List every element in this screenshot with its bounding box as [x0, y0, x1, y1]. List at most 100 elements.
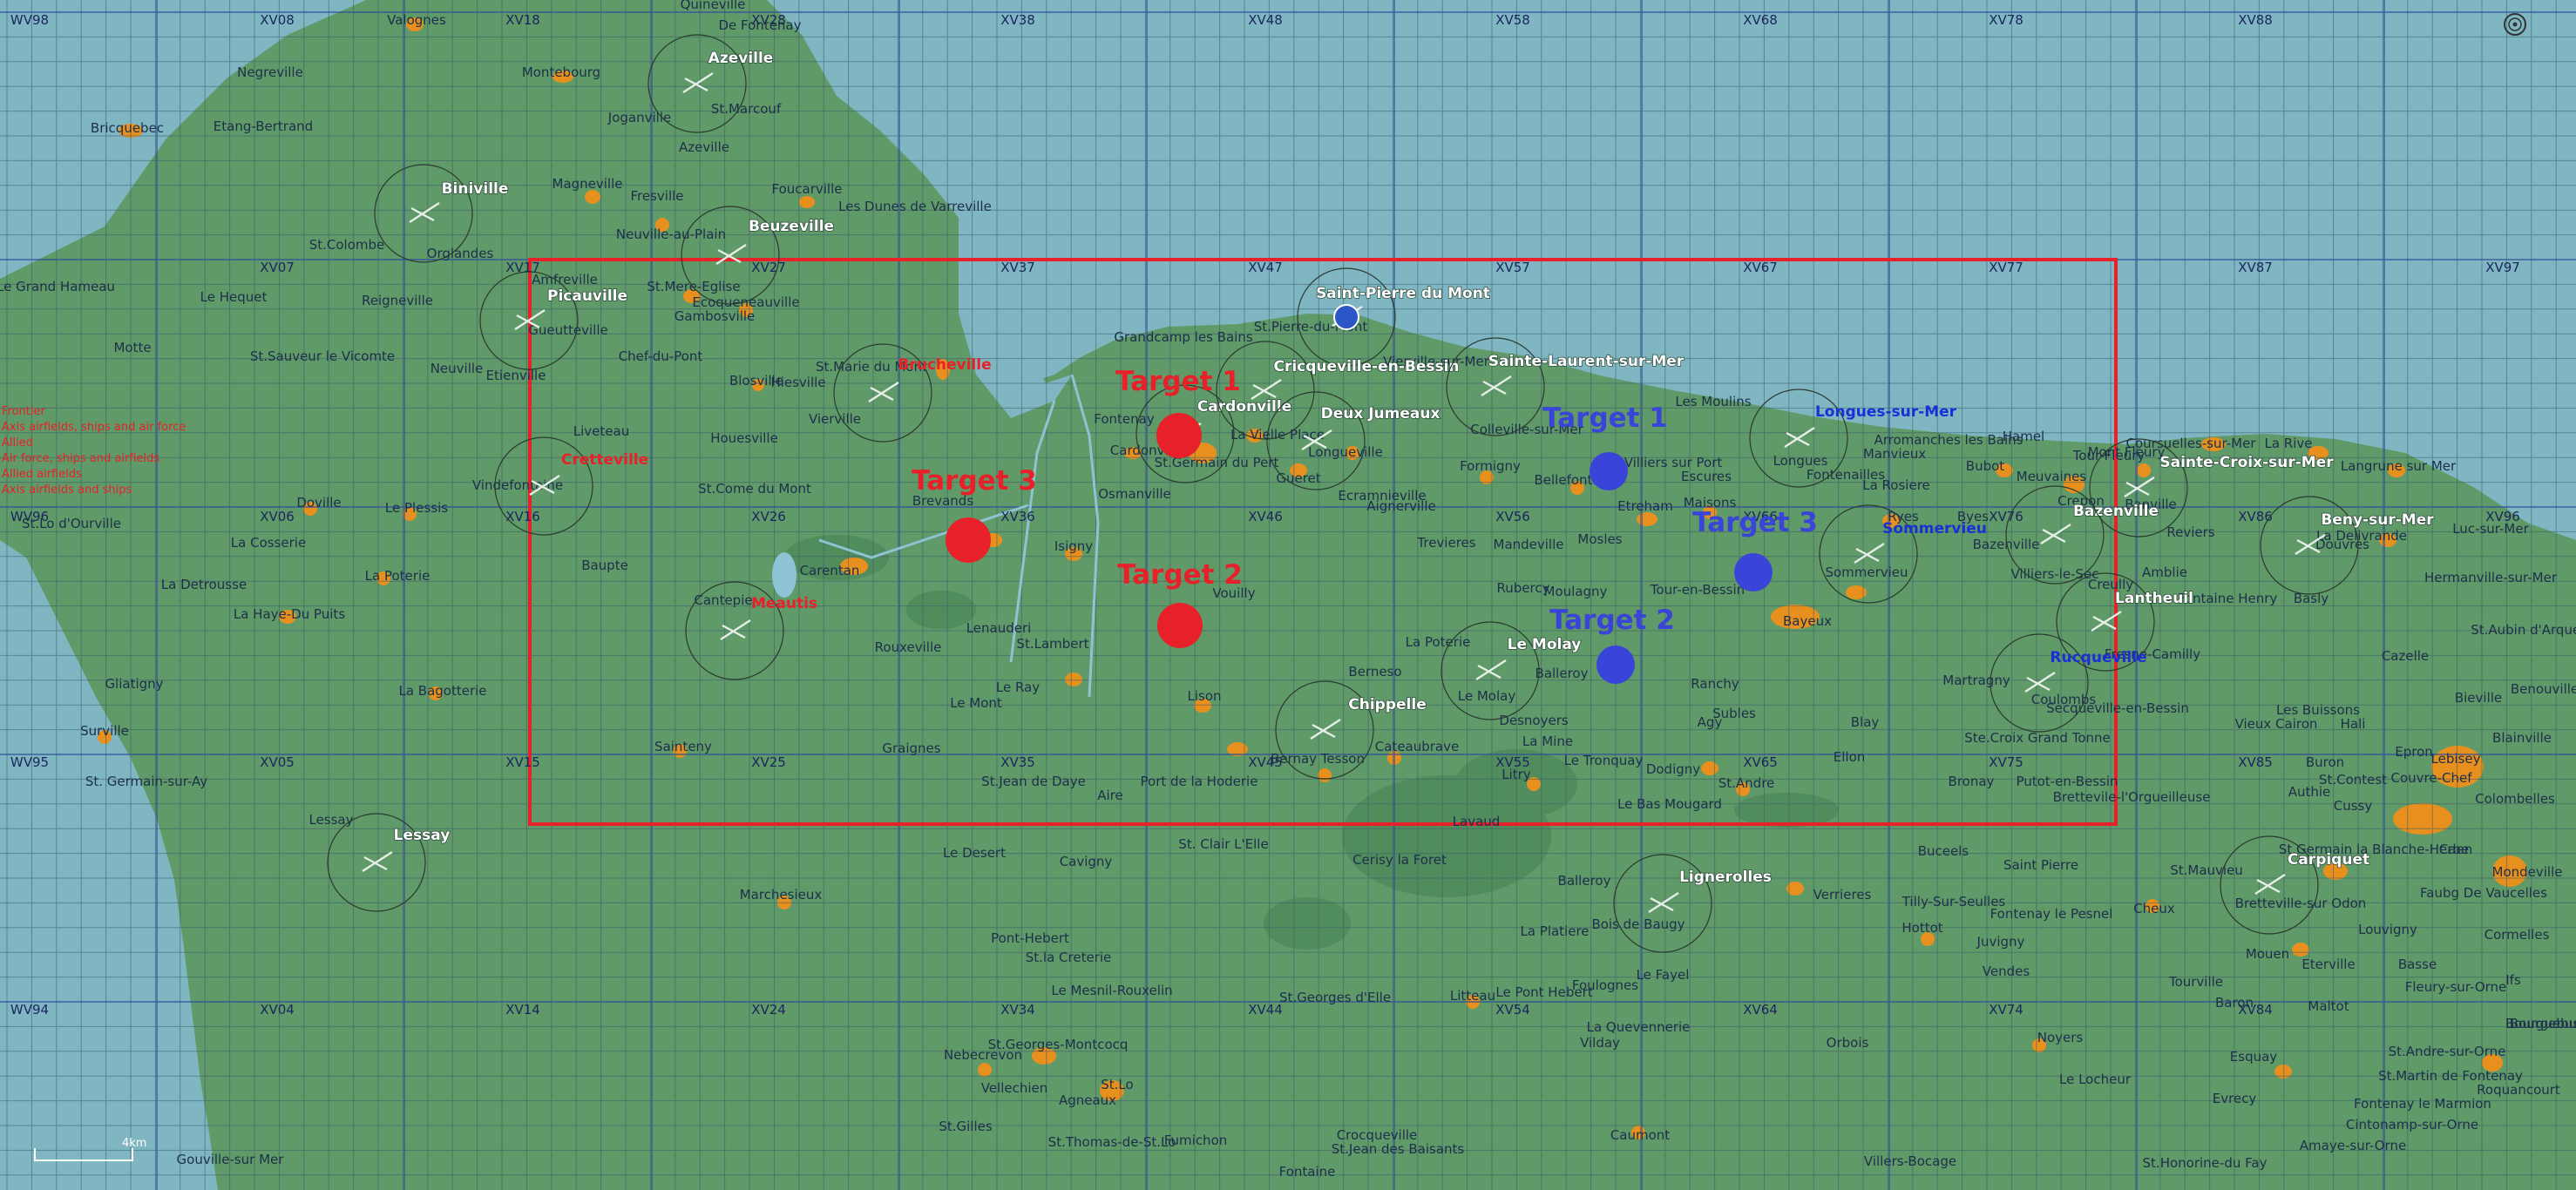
town-label: Le Desert — [943, 845, 1006, 861]
town-label: Aire — [1097, 788, 1123, 803]
town-label: Ellon — [1834, 749, 1866, 765]
grid-label: WV95 — [10, 754, 49, 770]
town-label: St.Honorine-du Fay — [2143, 1155, 2268, 1171]
town-label: Hiesville — [770, 375, 825, 390]
town-label: Escures — [1681, 469, 1732, 484]
airfield-name: Brucheville — [898, 356, 991, 374]
target-label: Target 1 — [1115, 366, 1241, 397]
town-label: St.Aubin d'Arquenay — [2471, 622, 2576, 638]
grid-label: XV15 — [505, 754, 540, 770]
town-label: Manvieux — [1863, 446, 1926, 462]
town-label: Vendes — [1983, 963, 2030, 979]
grid-label: XV68 — [1743, 12, 1778, 28]
town-label: Agneaux — [1059, 1092, 1116, 1108]
grid-label: XV48 — [1248, 12, 1283, 28]
target-dot — [1734, 553, 1773, 592]
town-label: La Poterie — [1406, 634, 1471, 650]
town-label: Tilly-Sur-Seulles — [1901, 894, 2006, 909]
town-label: Maltot — [2308, 998, 2349, 1014]
airfield-name: Sommervieu — [1882, 520, 1987, 538]
town-label: Caumont — [1610, 1127, 1670, 1143]
town-label: Foucarville — [772, 181, 843, 197]
town-label: Authie — [2288, 784, 2331, 800]
airfield-name: Cretteville — [561, 451, 648, 469]
target-label: Target 3 — [912, 465, 1037, 497]
target-label: Target 3 — [1692, 507, 1818, 538]
town-label: Etienville — [486, 368, 546, 383]
town-label: Amaye-sur-Orne — [2300, 1138, 2406, 1153]
town-label: La Rosiere — [1862, 477, 1930, 493]
town-label: Marchesieux — [740, 887, 823, 903]
airfield-name: Saint-Pierre du Mont — [1316, 285, 1490, 302]
town-label: Cussy — [2334, 798, 2373, 814]
town-label: Fontenay le Marmion — [2354, 1096, 2491, 1112]
town-label: Baupte — [581, 558, 628, 573]
town-label: Fontaine — [1279, 1164, 1336, 1180]
town-label: Ranchy — [1691, 676, 1739, 692]
town-label: Trevieres — [1416, 535, 1475, 551]
town-label: Valognes — [387, 12, 446, 28]
grid-label: XV18 — [505, 12, 540, 28]
target-label: Target 1 — [1542, 402, 1668, 434]
airfield-name: Beuzeville — [749, 218, 834, 235]
town-label: Cazelle — [2382, 648, 2429, 664]
town-label: Fontenay le Pesnel — [1990, 906, 2113, 922]
airfield-name: Lessay — [394, 827, 451, 844]
town-label: St.Thomas-de-St.Lo — [1048, 1134, 1176, 1150]
town-label: Langrune sur Mer — [2341, 458, 2457, 474]
town-label: Blainville — [2492, 730, 2552, 746]
town-label: La Bagotterie — [398, 683, 486, 699]
target-dot — [946, 517, 991, 563]
town-label: Negreville — [237, 64, 303, 80]
town-label: St.Lambert — [1016, 636, 1088, 652]
grid-label: XV14 — [505, 1002, 540, 1018]
legend-note: Allied — [2, 436, 33, 450]
town-label: Orbois — [1827, 1035, 1869, 1051]
town-label: La Quevennerie — [1587, 1019, 1691, 1035]
town-label: Blay — [1851, 714, 1880, 730]
town-label: Cheux — [2133, 901, 2175, 916]
town-label: Gliatigny — [105, 676, 163, 692]
town-label: Foulognes — [1572, 977, 1638, 993]
town-label: Gueutteville — [528, 322, 607, 338]
town-label: Villiers-le-Sec — [2010, 566, 2098, 582]
town-label: Le Bas Mougard — [1617, 796, 1722, 812]
town-label: Bubot — [1966, 458, 2004, 474]
town-label: Chef-du-Pont — [619, 348, 703, 364]
town-label: Les Moulins — [1675, 394, 1751, 409]
town-label: Ste.Croix Grand Tonne — [1964, 730, 2111, 746]
grid-label: WV98 — [10, 12, 49, 28]
naval-unit-icon[interactable] — [1333, 304, 1359, 330]
grid-label: XV38 — [1000, 12, 1035, 28]
town-label: Hottot — [1901, 920, 1942, 936]
town-label: Reviers — [2166, 524, 2214, 540]
town-label: St.Jean de Daye — [981, 774, 1086, 789]
airfield-name: Beny-sur-Mer — [2321, 511, 2434, 529]
town-label: Montebourg — [522, 64, 600, 80]
town-label: Vieux Cairon — [2235, 716, 2318, 732]
grid-label: XV76 — [1989, 509, 2024, 524]
town-label: Louvigny — [2358, 922, 2417, 937]
town-label: St.Andre-sur-Orne — [2389, 1044, 2506, 1059]
grid-label: XV58 — [1495, 12, 1530, 28]
legend-note: Allied airfields — [2, 468, 82, 481]
town-label: St.Georges d'Elle — [1279, 990, 1391, 1005]
town-label: Esquay — [2230, 1049, 2278, 1065]
town-label: Le Ray — [996, 680, 1040, 695]
town-label: Orglandes — [427, 246, 494, 261]
town-label: Mandeville — [1494, 537, 1564, 552]
grid-label: XV06 — [260, 509, 295, 524]
grid-label: XV47 — [1248, 260, 1283, 275]
town-label: St.Lo d'Ourville — [22, 516, 121, 531]
grid-label: XV65 — [1743, 754, 1778, 770]
town-label: Hermanville-sur-Mer — [2424, 570, 2558, 585]
airfield-name: Cardonville — [1197, 398, 1291, 416]
town-label: Buceels — [1918, 843, 1969, 859]
town-label: St.Sauveur le Vicomte — [250, 348, 395, 364]
town-label: Putot-en-Bessin — [2016, 774, 2118, 789]
map-canvas[interactable]: WV98 XV08 XV18 XV28 XV38 XV48 XV58 XV68 XV78 XV88… — [0, 0, 2576, 1190]
target-label: Target 2 — [1117, 559, 1243, 591]
town-label: St.Mauvieu — [2170, 862, 2243, 878]
town-label: La Cosserie — [231, 535, 306, 551]
airfield-name: Sainte-Croix-sur-Mer — [2159, 454, 2334, 471]
